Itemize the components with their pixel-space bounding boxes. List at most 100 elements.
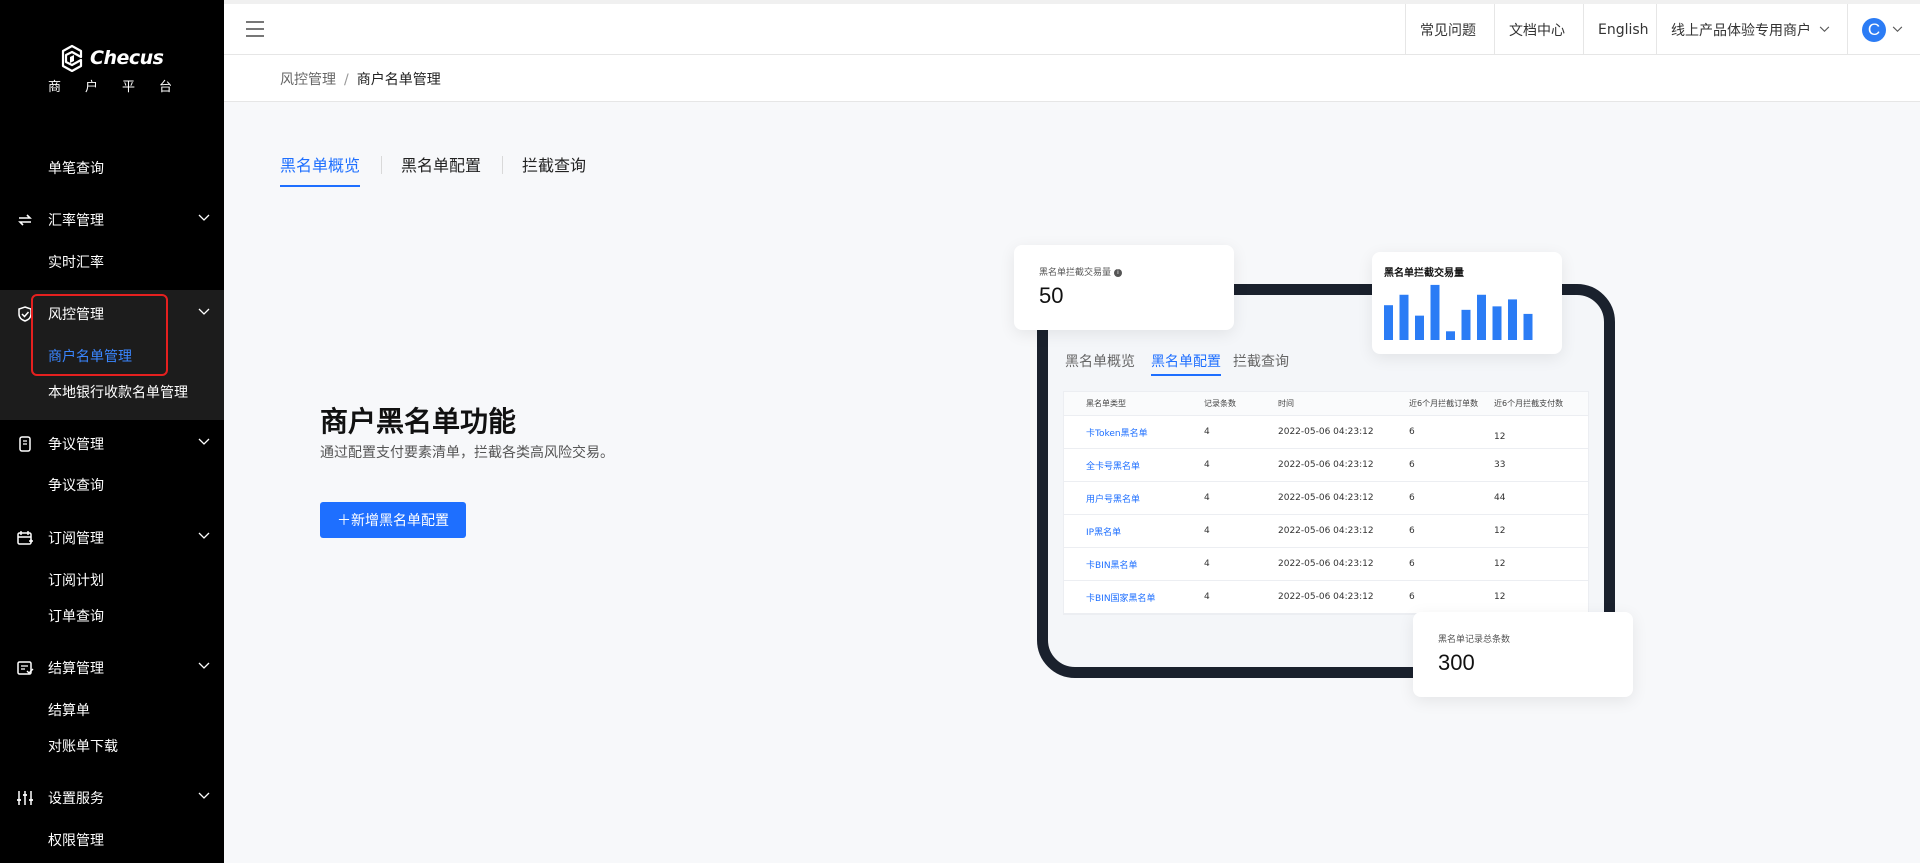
settlement-icon <box>17 661 34 675</box>
tab-intercept-query[interactable]: 拦截查询 <box>522 152 586 185</box>
illustration-tab: 拦截查询 <box>1233 354 1289 370</box>
sidebar-group-settlement[interactable]: 结算管理 <box>0 650 224 686</box>
illustration-tab: 黑名单概览 <box>1065 354 1135 370</box>
breadcrumb: 风控管理 / 商户名单管理 <box>280 69 441 89</box>
sidebar-item-single-query[interactable]: 单笔查询 <box>0 152 224 184</box>
sidebar-item-realtime-rate[interactable]: 实时汇率 <box>0 246 224 278</box>
illustration-table-cell: 2022-05-06 04:23:12 <box>1278 526 1374 536</box>
brand-name: Checus <box>90 47 164 69</box>
breadcrumb-separator: / <box>344 72 349 88</box>
chevron-down-icon <box>198 792 210 799</box>
chart-bar <box>1415 315 1424 340</box>
exchange-icon <box>18 214 32 226</box>
illustration-tab-active: 黑名单配置 <box>1151 351 1221 376</box>
chart-bar <box>1477 294 1486 340</box>
sidebar: Checus 商户平台 单笔查询 汇率管理 实时汇率 风控管理 商户名单管理 本… <box>0 0 224 863</box>
menu-toggle-icon[interactable] <box>246 21 266 37</box>
docs-center-link[interactable]: 文档中心 <box>1494 4 1579 55</box>
illustration-table-cell: 12 <box>1494 526 1506 536</box>
tab-blacklist-overview[interactable]: 黑名单概览 <box>280 152 361 187</box>
chevron-down-icon <box>198 308 210 315</box>
sidebar-item-label: 权限管理 <box>48 833 104 849</box>
user-menu[interactable]: C <box>1847 4 1917 55</box>
hero-subtitle: 通过配置支付要素清单，拦截各类高风险交易。 <box>320 445 614 461</box>
chart-bar <box>1461 309 1471 340</box>
illustration-table-row: IP黑名单 4 2022-05-06 04:23:12 6 12 <box>1064 515 1588 548</box>
illustration-table-header-cell: 黑名单类型 <box>1086 399 1126 408</box>
illustration-table-cell: IP黑名单 <box>1086 527 1122 538</box>
illustration-table-header-cell: 近6个月拦截支付数 <box>1494 399 1564 408</box>
illustration-table-cell: 2022-05-06 04:23:12 <box>1278 559 1374 569</box>
sidebar-group-settings[interactable]: 设置服务 <box>0 780 224 816</box>
illustration-table-cell: 用户号黑名单 <box>1086 494 1141 505</box>
sidebar-item-label: 本地银行收款名单管理 <box>48 385 188 401</box>
tab-blacklist-config[interactable]: 黑名单配置 <box>401 152 481 185</box>
chart-bar <box>1508 299 1517 340</box>
illustration-table-cell: 4 <box>1204 427 1210 437</box>
main-content: 黑名单概览 黑名单配置 拦截查询 商户黑名单功能 通过配置支付要素清单，拦截各类… <box>224 102 1920 863</box>
annotation-highlight-box <box>31 294 168 376</box>
breadcrumb-parent[interactable]: 风控管理 <box>280 72 336 88</box>
sidebar-item-label: 订单查询 <box>48 609 104 625</box>
intercept-bar-chart <box>1384 284 1533 340</box>
hero-title: 商户黑名单功能 <box>320 405 517 438</box>
illustration-table-cell: 卡Token黑名单 <box>1086 428 1148 439</box>
total-records-value: 300 <box>1438 650 1475 675</box>
sliders-icon <box>17 791 33 805</box>
illustration-table-cell: 全卡号黑名单 <box>1086 461 1141 472</box>
intercept-count-card: 黑名单拦截交易量 i 50 <box>1014 245 1234 330</box>
sidebar-group-label: 争议管理 <box>48 437 104 453</box>
sidebar-group-label: 设置服务 <box>48 791 104 807</box>
chart-bar <box>1430 284 1440 340</box>
merchant-selector[interactable]: 线上产品体验专用商户 <box>1656 4 1844 55</box>
intercept-count-label: 黑名单拦截交易量 i <box>1039 265 1123 278</box>
illustration-table-row: 全卡号黑名单 4 2022-05-06 04:23:12 6 33 <box>1064 449 1588 482</box>
illustration-table-cell: 12 <box>1494 592 1506 602</box>
sidebar-group-subscription[interactable]: 订阅管理 <box>0 520 224 556</box>
add-blacklist-config-button[interactable]: ＋新增黑名单配置 <box>320 502 466 538</box>
sidebar-item-dispute-query[interactable]: 争议查询 <box>0 469 224 501</box>
illustration-table-cell: 12 <box>1494 559 1506 569</box>
total-records-label: 黑名单记录总条数 <box>1438 635 1511 645</box>
illustration-table-row: 用户号黑名单 4 2022-05-06 04:23:12 6 44 <box>1064 482 1588 515</box>
illustration-table-cell: 6 <box>1409 592 1415 602</box>
illustration-table-header-cell: 时间 <box>1278 399 1294 408</box>
illustration-table-row: 卡BIN国家黑名单 4 2022-05-06 04:23:12 6 12 <box>1064 581 1588 614</box>
sidebar-group-label: 订阅管理 <box>48 531 104 547</box>
language-switch[interactable]: English <box>1583 4 1663 55</box>
illustration-table-cell: 4 <box>1204 559 1210 569</box>
chart-bar <box>1446 331 1455 340</box>
sidebar-group-dispute[interactable]: 争议管理 <box>0 426 224 462</box>
total-records-card: 黑名单记录总条数 300 <box>1413 612 1633 697</box>
illustration-table-header: 黑名单类型 记录条数 时间 近6个月拦截订单数 近6个月拦截支付数 <box>1064 392 1588 416</box>
sidebar-item-label: 实时汇率 <box>48 255 104 271</box>
breadcrumb-current: 商户名单管理 <box>356 72 441 88</box>
chart-bar <box>1492 306 1502 340</box>
sidebar-item-label: 对账单下载 <box>48 739 118 755</box>
merchant-name: 线上产品体验专用商户 <box>1671 22 1811 39</box>
illustration-table-cell: 卡BIN黑名单 <box>1086 560 1138 571</box>
sidebar-item-order-query[interactable]: 订单查询 <box>0 600 224 632</box>
chevron-down-icon <box>198 532 210 539</box>
illustration-table: 黑名单类型 记录条数 时间 近6个月拦截订单数 近6个月拦截支付数卡Token黑名单 4 2… <box>1063 391 1589 615</box>
chart-title: 黑名单拦截交易量 <box>1384 268 1464 279</box>
faq-link[interactable]: 常见问题 <box>1405 4 1490 55</box>
avatar: C <box>1862 17 1886 42</box>
tab-divider <box>381 156 382 174</box>
sidebar-group-exchange[interactable]: 汇率管理 <box>0 202 224 238</box>
sidebar-item-permissions[interactable]: 权限管理 <box>0 824 224 856</box>
sidebar-item-local-bank-list[interactable]: 本地银行收款名单管理 <box>0 376 224 408</box>
top-header: 常见问题 文档中心 English 线上产品体验专用商户 C <box>224 0 1920 55</box>
illustration-table-cell: 2022-05-06 04:23:12 <box>1278 460 1374 470</box>
illustration-table-cell: 4 <box>1204 460 1210 470</box>
illustration-table-cell: 4 <box>1204 592 1210 602</box>
chevron-down-icon <box>198 662 210 669</box>
illustration-table-row: 卡Token黑名单 4 2022-05-06 04:23:12 6 12 <box>1064 416 1588 449</box>
sidebar-item-subscription-plan[interactable]: 订阅计划 <box>0 564 224 596</box>
sidebar-item-statement-download[interactable]: 对账单下载 <box>0 730 224 762</box>
illustration-table-cell: 2022-05-06 04:23:12 <box>1278 493 1374 503</box>
sidebar-item-settlement-bill[interactable]: 结算单 <box>0 694 224 726</box>
illustration-table-cell: 6 <box>1409 526 1415 536</box>
sidebar-item-label: 结算单 <box>48 703 90 719</box>
checus-logo-icon <box>61 44 83 72</box>
